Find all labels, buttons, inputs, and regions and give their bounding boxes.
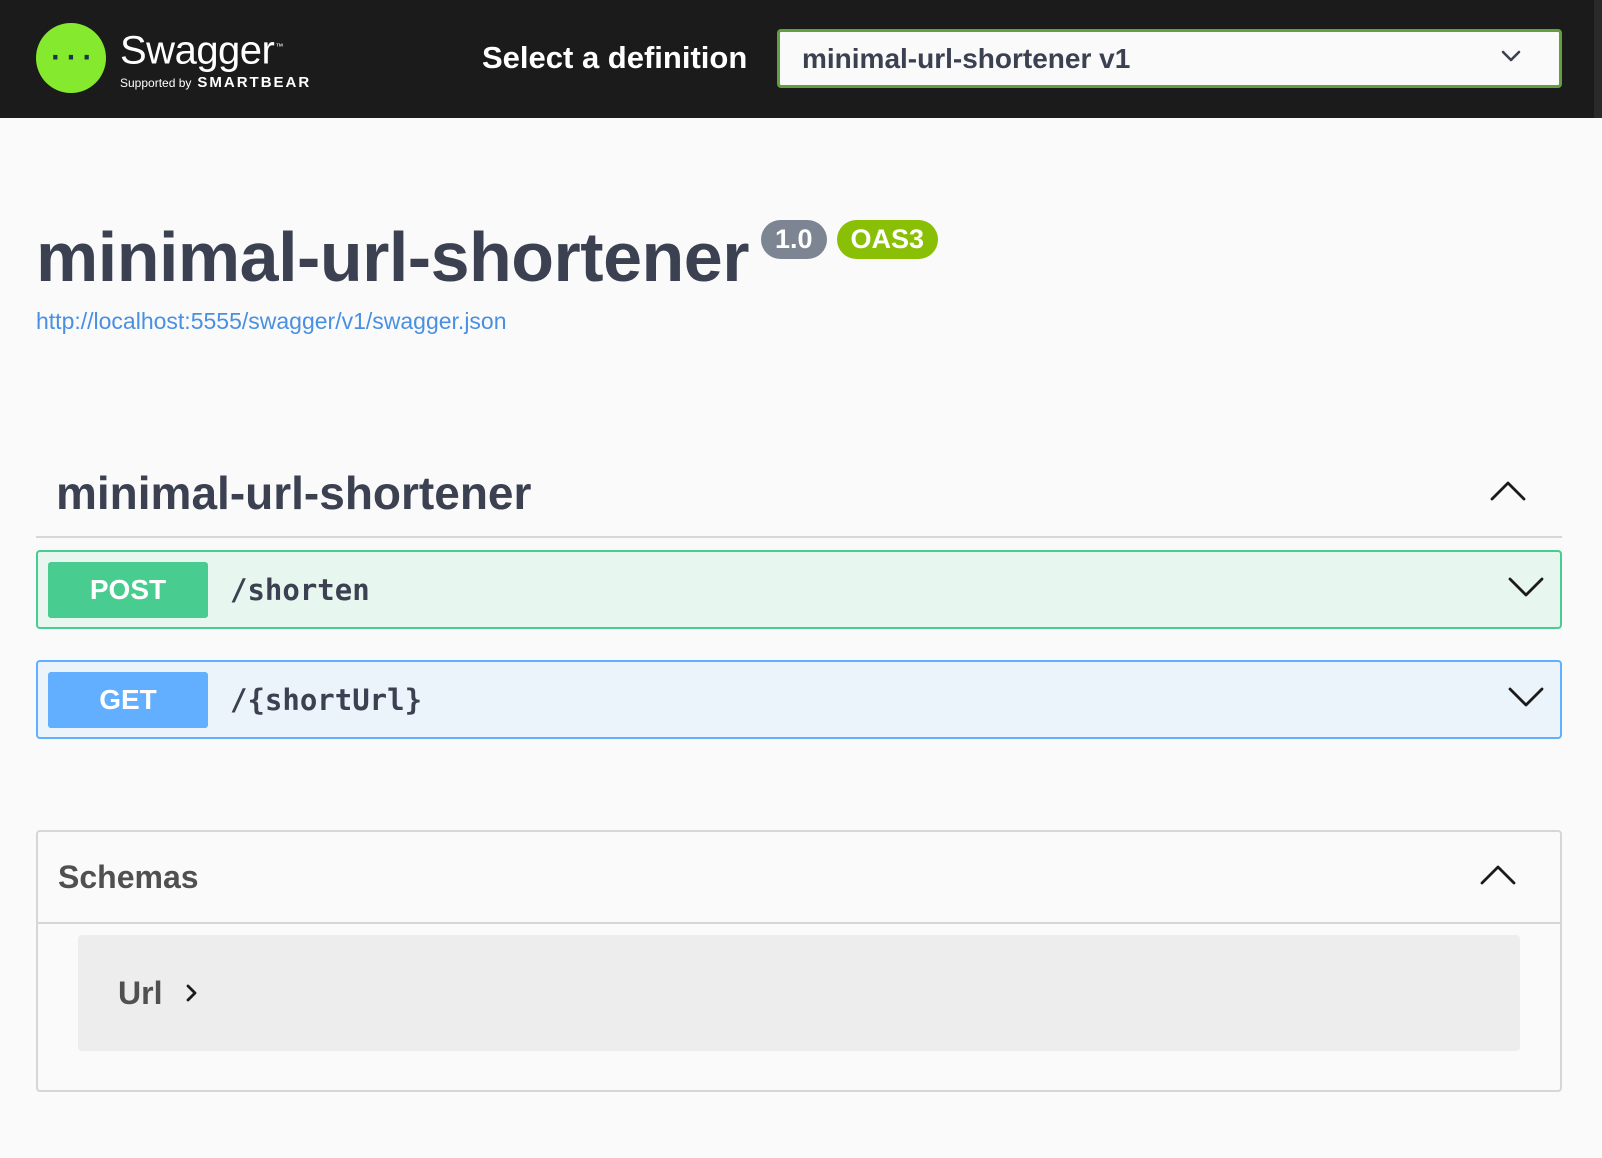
model-url[interactable]: Url <box>78 935 1520 1051</box>
version-badge: 1.0 <box>760 220 827 259</box>
api-info: minimal-url-shortener 1.0 OAS3 http://lo… <box>36 212 939 335</box>
operation-get-shorturl[interactable]: GET /{shortUrl} <box>36 660 1562 739</box>
topbar: {···} Swagger™ Supported by SMARTBEAR Se… <box>0 0 1602 118</box>
scrollbar-strip <box>1594 0 1602 118</box>
chevron-down-icon <box>1501 49 1521 68</box>
chevron-up-icon <box>1478 863 1518 892</box>
definition-select[interactable]: minimal-url-shortener v1 <box>777 29 1562 88</box>
brand-text: Swagger™ Supported by SMARTBEAR <box>120 25 311 91</box>
definition-label: Select a definition <box>482 40 748 75</box>
method-badge-post: POST <box>48 561 208 618</box>
chevron-down-icon[interactable] <box>1506 575 1546 604</box>
brand-subtitle: Supported by SMARTBEAR <box>120 74 311 91</box>
brand-company: SMARTBEAR <box>197 74 312 92</box>
operation-path: /{shortUrl} <box>230 682 423 717</box>
definition-select-value: minimal-url-shortener v1 <box>802 42 1131 74</box>
svg-text:{···}: {···} <box>50 43 92 73</box>
model-name: Url <box>118 974 163 1011</box>
operation-path: /shorten <box>230 572 370 607</box>
schemas-section: Schemas Url <box>36 830 1562 1092</box>
chevron-up-icon <box>1488 479 1528 508</box>
swagger-brand-link[interactable]: {···} Swagger™ Supported by SMARTBEAR <box>36 18 311 98</box>
chevron-right-icon[interactable] <box>184 981 200 1005</box>
tag-section-header[interactable]: minimal-url-shortener <box>36 450 1562 538</box>
schemas-header[interactable]: Schemas <box>38 832 1560 924</box>
oas-badge: OAS3 <box>836 220 939 259</box>
swagger-logo-icon: {···} <box>36 23 106 93</box>
api-title: minimal-url-shortener <box>36 218 749 296</box>
operation-post-shorten[interactable]: POST /shorten <box>36 550 1562 629</box>
spec-url-link[interactable]: http://localhost:5555/swagger/v1/swagger… <box>36 308 938 335</box>
api-title-row: minimal-url-shortener 1.0 OAS3 <box>36 212 939 302</box>
brand-supported-by: Supported by <box>120 76 192 91</box>
method-badge-get: GET <box>48 671 208 728</box>
schemas-title: Schemas <box>58 858 199 895</box>
brand-name: Swagger™ <box>120 28 283 73</box>
chevron-down-icon[interactable] <box>1506 685 1546 714</box>
tag-name: minimal-url-shortener <box>56 467 532 519</box>
